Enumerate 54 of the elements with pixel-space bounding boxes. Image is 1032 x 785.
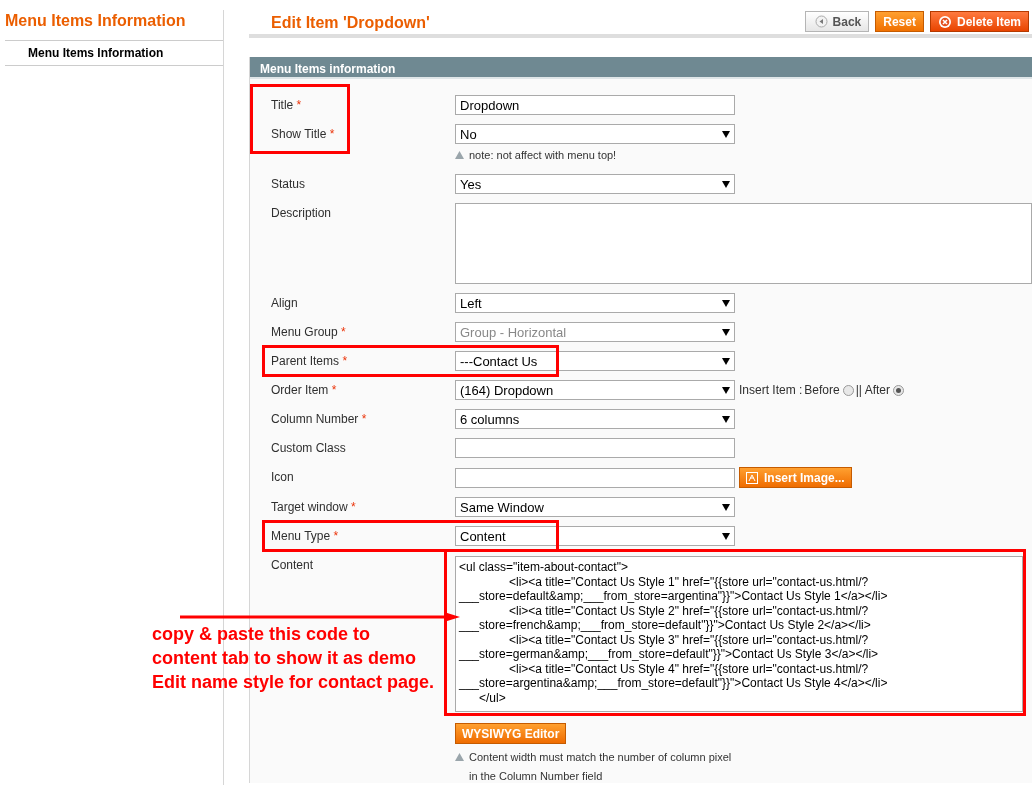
field-label: Menu Type *	[271, 528, 340, 543]
dropdown-caret-icon	[722, 180, 730, 188]
field-note: note: not affect with menu top!	[469, 148, 617, 163]
field-label: Target window *	[271, 499, 357, 514]
select-dropdown[interactable]: Same Window	[455, 497, 735, 517]
sidebar-title: Menu Items Information	[5, 12, 223, 41]
note-triangle-icon	[455, 753, 464, 761]
image-icon	[746, 471, 758, 484]
select-dropdown[interactable]: Left	[455, 293, 735, 313]
select-dropdown[interactable]: Content	[455, 526, 735, 546]
field-label: Custom Class	[271, 440, 347, 455]
section-header: Menu Items information	[250, 57, 1032, 79]
select-dropdown[interactable]: Yes	[455, 174, 735, 194]
field-label: Title *	[271, 97, 303, 112]
radio-label: || After	[855, 383, 890, 397]
radio-label: Before	[804, 383, 840, 397]
field-label: Column Number *	[271, 411, 368, 426]
dropdown-caret-icon	[722, 357, 730, 365]
text-input[interactable]	[455, 438, 735, 458]
text-input[interactable]	[455, 467, 735, 488]
select-dropdown[interactable]: No	[455, 124, 735, 144]
dropdown-caret-icon	[722, 532, 730, 540]
page-title: Edit Item 'Dropdown'	[271, 14, 430, 32]
dropdown-caret-icon	[722, 386, 730, 394]
dropdown-caret-icon	[722, 415, 730, 423]
textarea-field[interactable]	[455, 203, 1032, 284]
select-dropdown[interactable]: 6 columns	[455, 409, 735, 429]
dropdown-caret-icon	[722, 130, 730, 138]
select-dropdown[interactable]: (164) Dropdown	[455, 380, 735, 400]
field-label: Align	[271, 295, 299, 310]
field-label: Show Title *	[271, 126, 336, 141]
radio-button[interactable]	[892, 384, 904, 396]
dropdown-caret-icon	[722, 503, 730, 511]
field-label: Description	[271, 205, 333, 220]
x-circle-icon	[937, 14, 952, 29]
left-arrow-circle-icon	[814, 15, 828, 28]
field-label: Status	[271, 176, 307, 191]
back-button[interactable]: Back	[804, 11, 870, 32]
annotation-text: copy & paste this code to content tab to show it as demo Edit name style for contact page.	[152, 623, 435, 694]
radio-button[interactable]	[842, 384, 854, 396]
dropdown-caret-icon	[722, 328, 730, 336]
dropdown-caret-icon	[722, 299, 730, 307]
code-textarea[interactable]: <ul class="item-about-contact"> <li><a title="Contact Us Style 1" href="{{store url="contact-us.html/? ___store=default&amp;___from_store=argentina"}}">Contact Us Style 1</a></li> <li><a title="Contact Us Style 2" href="{{store url="contact-us.html/? ___store=french&amp;___from_store=default"}}">Contact Us Style 2</a></li> <li><a title="Contact Us Style 3" href="{{store url="contact-us.html/? ___store=german&amp;___from_store=default"}}">Contact Us Style 3</a></li> <li><a title="Contact Us Style 4" href="{{store url="contact-us.html/? ___store=argentina&amp;___from_store=default"}}">Contact Us Style 4</a></li> </ul>	[455, 556, 1023, 712]
field-label: Content	[271, 557, 315, 572]
text-input[interactable]: Dropdown	[455, 95, 735, 115]
field-label: Parent Items *	[271, 353, 349, 368]
field-label: Menu Group *	[271, 324, 347, 339]
field-note: Content width must match the number of column pixel in the Column Number field	[469, 750, 732, 784]
field-label: Order Item *	[271, 382, 338, 397]
field-label: Icon	[271, 469, 295, 484]
note-triangle-icon	[455, 151, 464, 159]
select-dropdown[interactable]: ---Contact Us	[455, 351, 735, 371]
sidebar-tab[interactable]: Menu Items Information	[5, 41, 223, 66]
insert-item-label: Insert Item :	[739, 383, 803, 397]
